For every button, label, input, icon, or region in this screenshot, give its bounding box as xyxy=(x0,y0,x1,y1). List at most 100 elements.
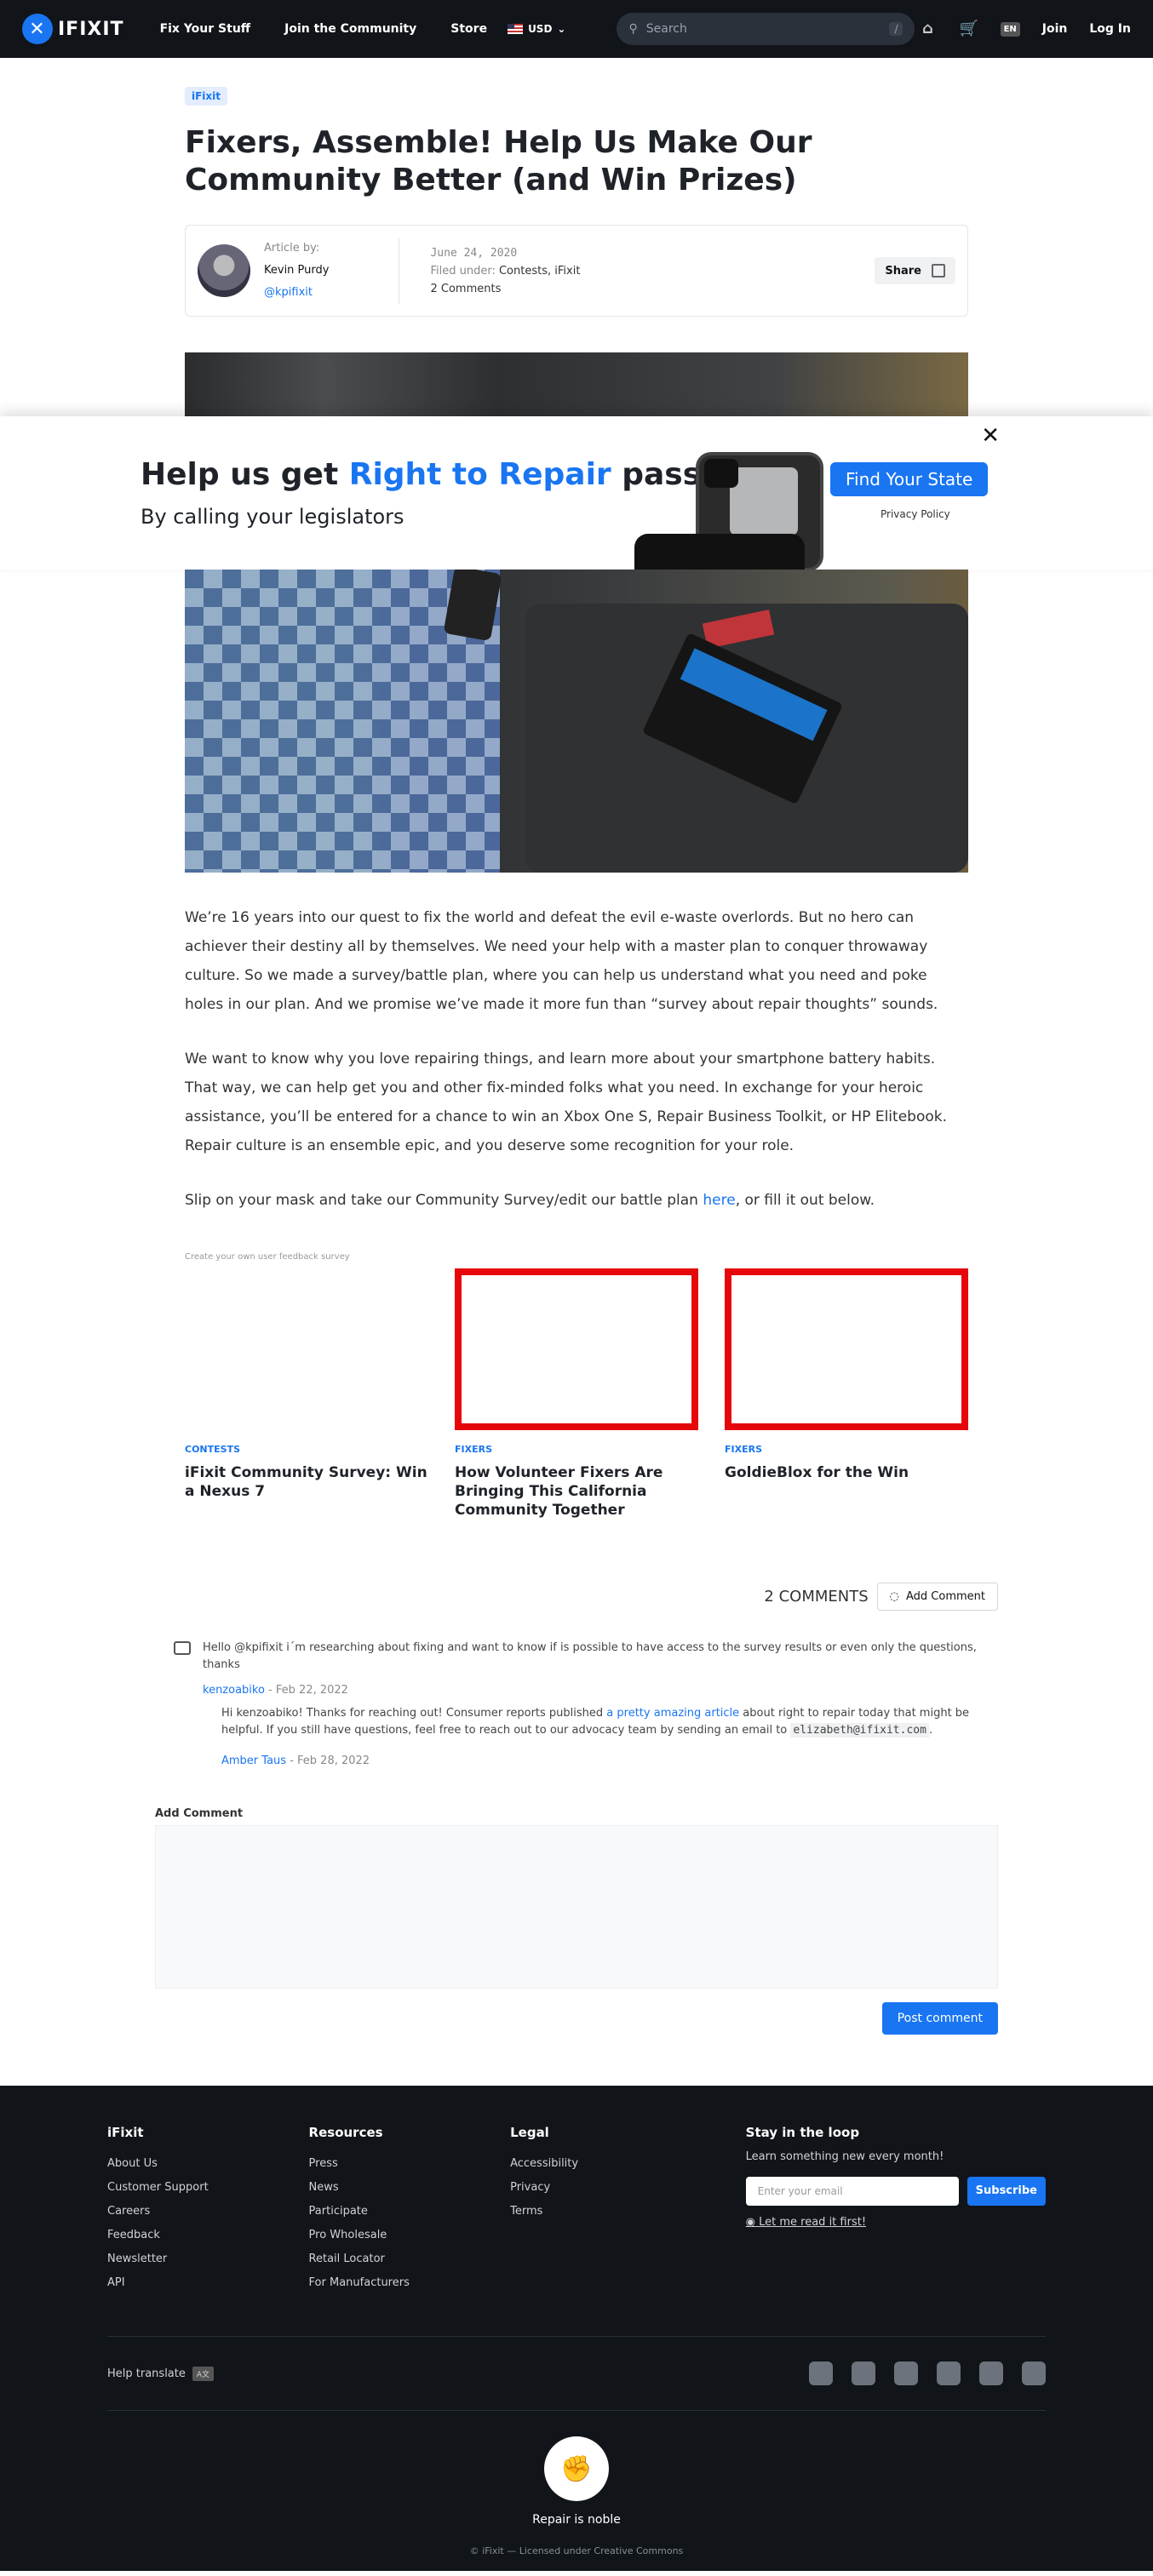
nav-join-community[interactable]: Join the Community xyxy=(284,22,416,36)
footer-link-feedback[interactable]: Feedback xyxy=(107,2224,309,2247)
hero-image xyxy=(185,570,968,873)
nav-store[interactable]: Store xyxy=(450,22,487,36)
email-field[interactable]: Enter your email xyxy=(745,2177,959,2206)
join-link[interactable]: Join xyxy=(1042,22,1068,36)
cart-icon[interactable]: 🛒 xyxy=(960,20,978,37)
paragraph-3-pre: Slip on your mask and take our Community… xyxy=(185,1192,703,1209)
banner-subtitle: By calling your legislators xyxy=(141,505,404,529)
add-comment-button[interactable]: ◌ Add Comment xyxy=(876,1583,998,1611)
related-card[interactable]: FIXERS How Volunteer Fixers Are Bringing… xyxy=(455,1268,698,1520)
related-card-title[interactable]: GoldieBlox for the Win xyxy=(725,1463,968,1482)
newsletter-form: Enter your email Subscribe xyxy=(745,2177,1046,2206)
article-date: June 24, 2020 xyxy=(430,246,518,260)
author-info: Article by: Kevin Purdy @kpifixit xyxy=(264,238,329,304)
comment-author-line: kenzoabiko - Feb 22, 2022 xyxy=(203,1684,998,1697)
related-articles: CONTESTS iFixit Community Survey: Win a … xyxy=(185,1268,968,1520)
footer-link-about[interactable]: About Us xyxy=(107,2152,309,2176)
read-first-link[interactable]: ◉ Let me read it first! xyxy=(746,2216,1046,2229)
footer-link-support[interactable]: Customer Support xyxy=(107,2176,309,2200)
reply-text: Hi kenzoabiko! Thanks for reaching out! … xyxy=(221,1705,998,1739)
article-meta: June 24, 2020 Filed under: Contests, iFi… xyxy=(430,244,580,298)
ifixit-logo-icon: ✕ xyxy=(22,14,53,44)
footer-link-api[interactable]: API xyxy=(107,2271,309,2295)
subscribe-button[interactable]: Subscribe xyxy=(967,2177,1046,2206)
related-card[interactable]: CONTESTS iFixit Community Survey: Win a … xyxy=(185,1268,428,1520)
help-translate-label: Help translate xyxy=(107,2367,186,2380)
footer-link-careers[interactable]: Careers xyxy=(107,2200,309,2224)
author-handle[interactable]: @kpifixit xyxy=(264,282,329,304)
search-shortcut-hint: / xyxy=(889,22,903,36)
footer-link-newsletter[interactable]: Newsletter xyxy=(107,2247,309,2271)
language-selector[interactable]: EN xyxy=(1000,21,1020,37)
paragraph-3: Slip on your mask and take our Community… xyxy=(185,1186,968,1215)
find-your-state-button[interactable]: Find Your State xyxy=(830,462,989,496)
comment-reply: Hi kenzoabiko! Thanks for reaching out! … xyxy=(221,1705,998,1770)
login-link[interactable]: Log In xyxy=(1089,22,1131,36)
close-icon[interactable]: ✕ xyxy=(981,423,1000,449)
related-card-title[interactable]: iFixit Community Survey: Win a Nexus 7 xyxy=(185,1463,428,1501)
instagram-icon[interactable] xyxy=(937,2361,961,2385)
youtube-icon[interactable] xyxy=(979,2361,1003,2385)
ifixit-logo[interactable]: ✕ IFIXIT xyxy=(22,14,124,44)
search-placeholder: Search xyxy=(645,22,687,36)
article-content: We’re 16 years into our quest to fix the… xyxy=(185,570,968,1520)
footer-link-manufacturers[interactable]: For Manufacturers xyxy=(309,2271,511,2295)
phone-base xyxy=(634,534,805,570)
related-card-image xyxy=(455,1268,698,1430)
search-input[interactable]: ⚲ Search / xyxy=(617,13,915,45)
reply-author-line: Amber Taus - Feb 28, 2022 xyxy=(221,1753,998,1770)
author-avatar[interactable] xyxy=(198,244,250,297)
footer-col-legal: Legal Accessibility Privacy Terms xyxy=(510,2125,712,2295)
nav-fix-your-stuff[interactable]: Fix Your Stuff xyxy=(160,22,251,36)
footer-link-terms[interactable]: Terms xyxy=(510,2200,712,2224)
privacy-policy-link[interactable]: Privacy Policy xyxy=(881,508,950,520)
comment-textarea[interactable] xyxy=(155,1825,998,1989)
footer-license[interactable]: © iFixit — Licensed under Creative Commo… xyxy=(107,2545,1046,2556)
comments-header: 2 COMMENTS ◌ Add Comment xyxy=(155,1583,998,1611)
footer-link-accessibility[interactable]: Accessibility xyxy=(510,2152,712,2176)
article-tag[interactable]: iFixit xyxy=(185,87,228,106)
related-card-title[interactable]: How Volunteer Fixers Are Bringing This C… xyxy=(455,1463,698,1520)
comment-icon xyxy=(174,1641,191,1655)
survey-note-link[interactable]: Create your own user feedback survey xyxy=(185,1252,968,1262)
post-comment-button[interactable]: Post comment xyxy=(881,2002,998,2035)
related-card-category: CONTESTS xyxy=(185,1444,240,1455)
footer-link-privacy[interactable]: Privacy xyxy=(510,2176,712,2200)
footer-link-news[interactable]: News xyxy=(309,2176,511,2200)
reply-text-pre: Hi kenzoabiko! Thanks for reaching out! … xyxy=(221,1707,607,1720)
survey-here-link[interactable]: here xyxy=(703,1192,735,1209)
byline-box: Article by: Kevin Purdy @kpifixit June 2… xyxy=(185,225,968,317)
footer-link-retail-locator[interactable]: Retail Locator xyxy=(309,2247,511,2271)
filed-label: Filed under: xyxy=(430,264,496,278)
related-card-category: FIXERS xyxy=(455,1444,492,1455)
facebook-icon[interactable] xyxy=(852,2361,875,2385)
footer-link-participate[interactable]: Participate xyxy=(309,2200,511,2224)
footer-link-pro-wholesale[interactable]: Pro Wholesale xyxy=(309,2224,511,2247)
search-icon: ⚲ xyxy=(628,22,638,36)
paragraph-2: We want to know why you love repairing t… xyxy=(185,1050,947,1154)
help-translate-link[interactable]: Help translate A文 xyxy=(107,2366,215,2381)
comment-author[interactable]: kenzoabiko xyxy=(203,1684,265,1697)
twitter-icon[interactable] xyxy=(894,2361,918,2385)
footer-col-title: Resources xyxy=(308,2125,383,2140)
related-card-image xyxy=(725,1268,968,1430)
community-icon[interactable] xyxy=(1022,2361,1046,2385)
reply-article-link[interactable]: a pretty amazing article xyxy=(606,1707,739,1720)
top-nav: ✕ IFIXIT Fix Your Stuff Join the Communi… xyxy=(0,0,1153,58)
tiktok-icon[interactable] xyxy=(809,2361,833,2385)
comment-text: Hello @kpifixit i´m researching about fi… xyxy=(203,1641,977,1671)
filed-categories[interactable]: Contests, iFixit xyxy=(499,265,580,278)
share-button[interactable]: Share xyxy=(875,257,955,284)
reply-author[interactable]: Amber Taus xyxy=(221,1755,286,1767)
author-name: Kevin Purdy xyxy=(264,264,330,277)
comments-link[interactable]: 2 Comments xyxy=(430,280,580,298)
phone-camera xyxy=(704,459,738,488)
external-share-icon xyxy=(932,264,945,278)
toolbox-icon[interactable]: ⌂ xyxy=(919,20,938,37)
paragraph-3-post: , or fill it out below. xyxy=(735,1192,875,1209)
article-header: iFixit Fixers, Assemble! Help Us Make Ou… xyxy=(185,58,968,416)
currency-selector[interactable]: USD ⌄ xyxy=(508,23,565,35)
footer-link-press[interactable]: Press xyxy=(309,2152,511,2176)
related-card[interactable]: FIXERS GoldieBlox for the Win xyxy=(725,1268,968,1520)
us-flag-icon xyxy=(508,24,524,34)
